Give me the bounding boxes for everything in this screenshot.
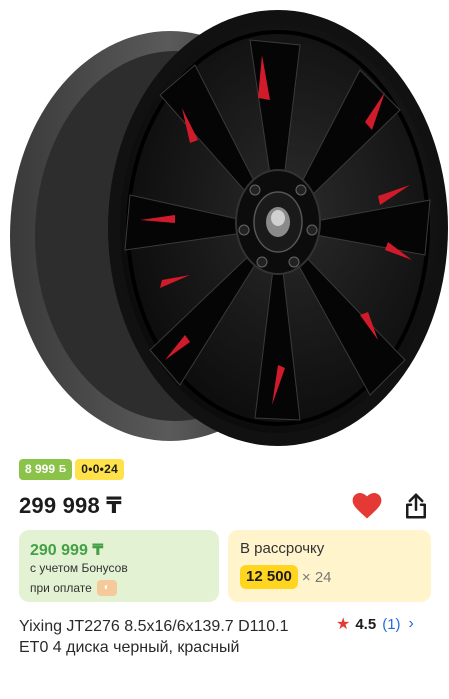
bonus-note-line2-wrap: при оплате ◐ bbox=[30, 580, 117, 596]
bonus-price-card[interactable]: 290 999 ₸ с учетом Бонусов при оплате ◐ bbox=[19, 530, 219, 602]
installment-row: 12 500 × 24 bbox=[240, 565, 332, 589]
installment-multiplier: × 24 bbox=[301, 568, 332, 586]
installment-amount: 12 500 bbox=[240, 565, 298, 589]
price-row: 299 998 ₸ bbox=[19, 490, 431, 522]
bonus-price: 290 999 ₸ bbox=[30, 542, 104, 559]
bonus-badge: 8 999 Б bbox=[19, 459, 73, 480]
chevron-right-icon: › bbox=[408, 615, 414, 632]
wheel-image bbox=[10, 10, 448, 446]
heart-icon[interactable] bbox=[352, 492, 382, 520]
share-icon[interactable] bbox=[401, 491, 431, 521]
rating-link[interactable]: ★ 4.5 (1) › bbox=[336, 614, 414, 634]
b-bonus-icon: Б bbox=[59, 464, 67, 475]
star-icon: ★ bbox=[336, 616, 351, 633]
installment-badge: 0•0•24 bbox=[75, 459, 125, 480]
product-photo[interactable] bbox=[0, 0, 449, 455]
bonus-note-line1: с учетом Бонусов bbox=[30, 561, 128, 575]
bonus-badge-amount: 8 999 bbox=[25, 462, 56, 476]
installment-title: В рассрочку bbox=[240, 540, 325, 557]
product-title: Yixing JT2276 8.5x16/6x139.7 D110.1 ET0 … bbox=[19, 618, 289, 656]
bonus-note-line2: при оплате bbox=[30, 581, 92, 595]
bonus-coin-icon: ◐ bbox=[96, 580, 117, 596]
rating-value: 4.5 bbox=[355, 615, 377, 633]
rating-count: (1) bbox=[382, 615, 401, 633]
installment-card[interactable]: В рассрочку 12 500 × 24 bbox=[228, 530, 431, 602]
price-badges: 8 999 Б 0•0•24 bbox=[19, 459, 125, 480]
